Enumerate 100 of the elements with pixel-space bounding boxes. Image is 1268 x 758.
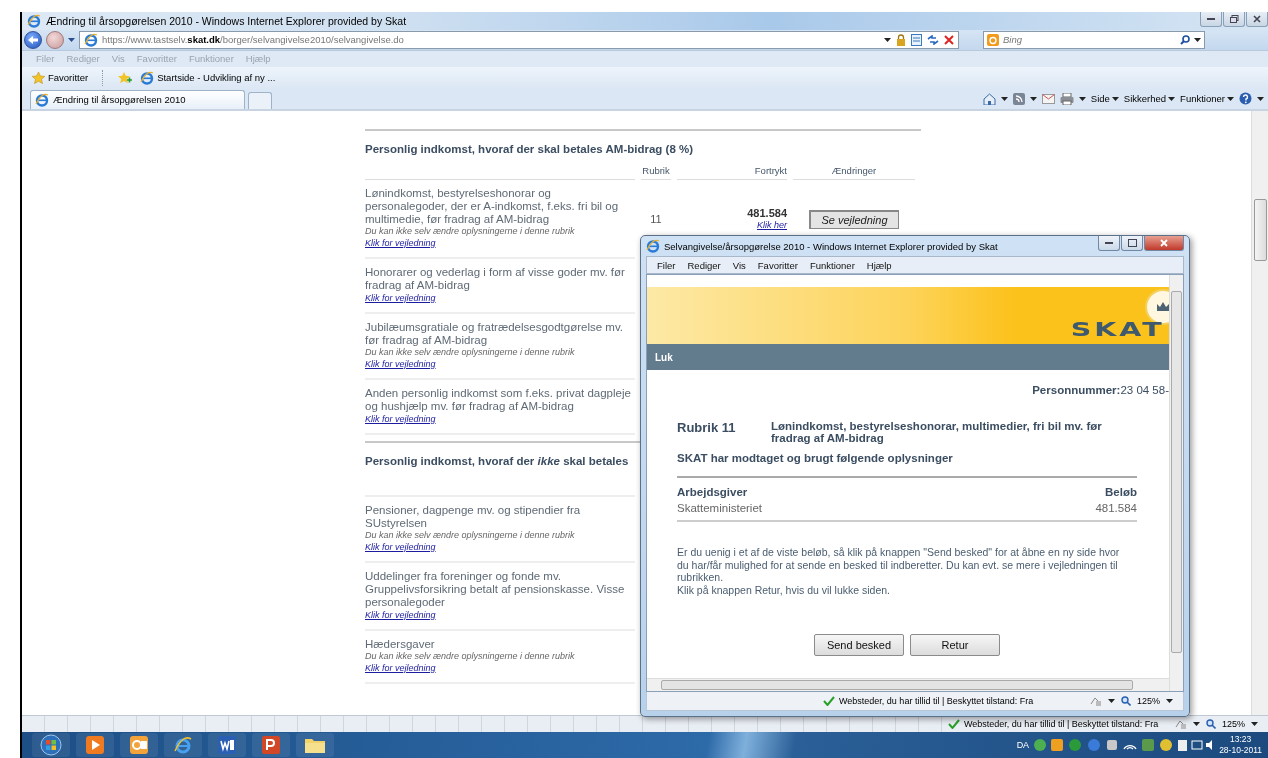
favorites-button[interactable]: Favoritter xyxy=(32,71,89,84)
close-link[interactable]: Luk xyxy=(655,351,673,363)
feeds-icon[interactable] xyxy=(1012,92,1025,105)
caret-icon[interactable] xyxy=(1000,96,1008,101)
menu-item[interactable]: Favoritter xyxy=(757,259,798,271)
caret-icon[interactable] xyxy=(1029,96,1037,101)
row-label: Jubilæumsgratiale og fratrædelsesgodtgørelse mv. før fradrag af AM-bidrag xyxy=(365,320,624,347)
powerpoint-icon[interactable] xyxy=(252,733,290,758)
zoom-level[interactable]: 125% xyxy=(1136,696,1160,706)
media-player-icon[interactable] xyxy=(76,733,114,758)
guide-button[interactable]: Se vejledning xyxy=(809,209,899,229)
section-heading: Personlig indkomst, hvoraf der ikke skal betales xyxy=(365,454,629,467)
home-icon[interactable] xyxy=(982,92,996,105)
section-heading: Personlig indkomst, hvoraf der skal betales AM-bidrag (8 %) xyxy=(365,142,694,155)
caret-icon[interactable] xyxy=(1192,722,1200,727)
star-icon xyxy=(32,71,45,84)
caret-icon[interactable] xyxy=(1078,96,1086,101)
security-icon[interactable] xyxy=(1089,695,1102,707)
zoom-icon[interactable] xyxy=(1205,719,1216,730)
logo: SKAT xyxy=(1071,318,1165,340)
window-title: Ændring til årsopgørelsen 2010 - Windows Internet Explorer provided by Skat xyxy=(46,14,407,27)
compatibility-icon[interactable] xyxy=(911,33,922,46)
tray-icons-drawing[interactable] xyxy=(1034,738,1215,753)
bing-icon xyxy=(987,33,999,46)
search-icon[interactable] xyxy=(1180,34,1190,45)
menu-item[interactable]: Vis xyxy=(732,259,746,271)
add-favorite-icon[interactable] xyxy=(118,71,133,84)
restore-button[interactable] xyxy=(1223,12,1245,27)
menu-item[interactable]: Rediger xyxy=(687,259,721,271)
history-caret-icon[interactable] xyxy=(68,37,75,42)
stop-icon[interactable] xyxy=(944,34,954,45)
scroll-thumb[interactable] xyxy=(1254,198,1267,261)
start-button[interactable] xyxy=(32,733,70,758)
guide-link[interactable]: Klik for vejledning xyxy=(365,236,436,249)
close-button[interactable] xyxy=(1246,12,1268,27)
ie-icon xyxy=(646,239,660,253)
back-arrow-icon xyxy=(28,35,38,44)
menu-item[interactable]: Filer xyxy=(657,259,676,271)
tab-icon xyxy=(35,92,49,107)
minimize-button[interactable] xyxy=(1200,12,1222,27)
field-label: Personnummer: xyxy=(1032,384,1121,396)
print-icon[interactable] xyxy=(1059,92,1074,105)
language-indicator[interactable]: DA xyxy=(1016,740,1030,751)
menu-item[interactable]: Funktioner xyxy=(809,259,855,271)
refresh-icon[interactable] xyxy=(927,34,939,45)
row-label: Pensioner, dagpenge mv. og stipendier fra SUstyrelsen xyxy=(365,503,582,530)
internet-explorer-icon[interactable] xyxy=(164,733,202,758)
close-icon xyxy=(1253,15,1261,23)
scroll-thumb[interactable] xyxy=(1171,291,1182,653)
word-icon[interactable] xyxy=(208,733,246,758)
outlook-icon[interactable] xyxy=(120,733,158,758)
favorite-link[interactable]: Startside - Udvikling af ny ... xyxy=(140,70,276,85)
info-paragraph: Er du uenig i et af de viste beløb, så klik på knappen "Send besked" for at åbne en ny side hvor du har/får mulighed for at sende en besked til indberetter. Du kan evt. se mere i vejledningen til rubrikken. xyxy=(677,546,1121,584)
caret-icon[interactable] xyxy=(1257,96,1264,101)
guide-link[interactable]: Klik for vejledning xyxy=(365,412,436,425)
maximize-button[interactable] xyxy=(1121,236,1143,251)
guide-link[interactable]: Klik for vejledning xyxy=(365,608,436,621)
menu-item[interactable]: Hjælp xyxy=(866,259,892,271)
row-label: Lønindkomst, bestyrelseshonorar og personalegoder, der er A-indkomst, f.eks. fri bil og multimedie, før fradrag af AM-bidrag xyxy=(365,186,620,226)
minimize-button[interactable] xyxy=(1098,236,1120,251)
dialog-button[interactable]: Send besked xyxy=(814,634,904,656)
help-icon[interactable] xyxy=(1239,92,1252,106)
horizontal-scrollbar[interactable] xyxy=(647,678,1169,691)
caret-icon[interactable] xyxy=(1166,699,1173,703)
security-icon[interactable] xyxy=(1174,718,1187,730)
scrollbar[interactable] xyxy=(1169,275,1183,691)
guide-link[interactable]: Klik for vejledning xyxy=(365,291,436,304)
caret-icon[interactable] xyxy=(1251,722,1258,727)
caret-icon[interactable] xyxy=(1194,37,1201,42)
window-title: Selvangivelse/årsopgørelse 2010 - Windows Internet Explorer provided by Skat xyxy=(664,240,998,252)
browser-tab[interactable]: Ændring til årsopgørelsen 2010 xyxy=(30,89,245,109)
guide-link[interactable]: Klik for vejledning xyxy=(365,661,436,674)
command-menu[interactable]: Sikkerhed xyxy=(1123,93,1176,105)
scrollbar[interactable] xyxy=(1251,110,1268,716)
command-menu[interactable]: Side xyxy=(1090,93,1119,105)
row-note: Du kan ikke selv ændre oplysningerne i denne rubrik xyxy=(365,346,575,358)
address-field[interactable]: https://www.tastselv.skat.dk/borger/selvangivelse2010/selvangivelse.do xyxy=(79,30,959,49)
guide-link[interactable]: Klik for vejledning xyxy=(365,540,436,553)
guide-link[interactable]: Klik for vejledning xyxy=(365,357,436,370)
zoom-level[interactable]: 125% xyxy=(1221,719,1245,730)
caret-icon[interactable] xyxy=(884,37,891,42)
scroll-thumb[interactable] xyxy=(661,680,1133,690)
forward-button[interactable] xyxy=(46,30,64,49)
check-icon xyxy=(823,696,835,706)
clock[interactable]: 13:23 28-10-2011 xyxy=(1219,734,1262,757)
subheading: SKAT har modtaget og brugt følgende oplysninger xyxy=(677,452,954,464)
caret-icon[interactable] xyxy=(1107,699,1115,703)
command-menu[interactable]: Funktioner xyxy=(1180,93,1234,105)
column-header: Ændringer xyxy=(831,164,877,176)
row-label: Honorarer og vederlag i form af visse goder mv. før fradrag af AM-bidrag xyxy=(365,265,626,292)
back-button[interactable] xyxy=(24,30,42,49)
dialog-button[interactable]: Retur xyxy=(910,634,1000,656)
search-box[interactable]: Bing xyxy=(983,30,1205,49)
folder-icon[interactable] xyxy=(296,733,334,758)
zoom-icon[interactable] xyxy=(1120,696,1131,706)
search-field[interactable]: Bing xyxy=(1003,34,1153,46)
lock-icon[interactable] xyxy=(896,33,906,46)
details-link[interactable]: Klik her xyxy=(757,219,787,232)
close-button[interactable] xyxy=(1144,236,1184,251)
field-value: 23 04 58- xyxy=(1120,384,1169,396)
